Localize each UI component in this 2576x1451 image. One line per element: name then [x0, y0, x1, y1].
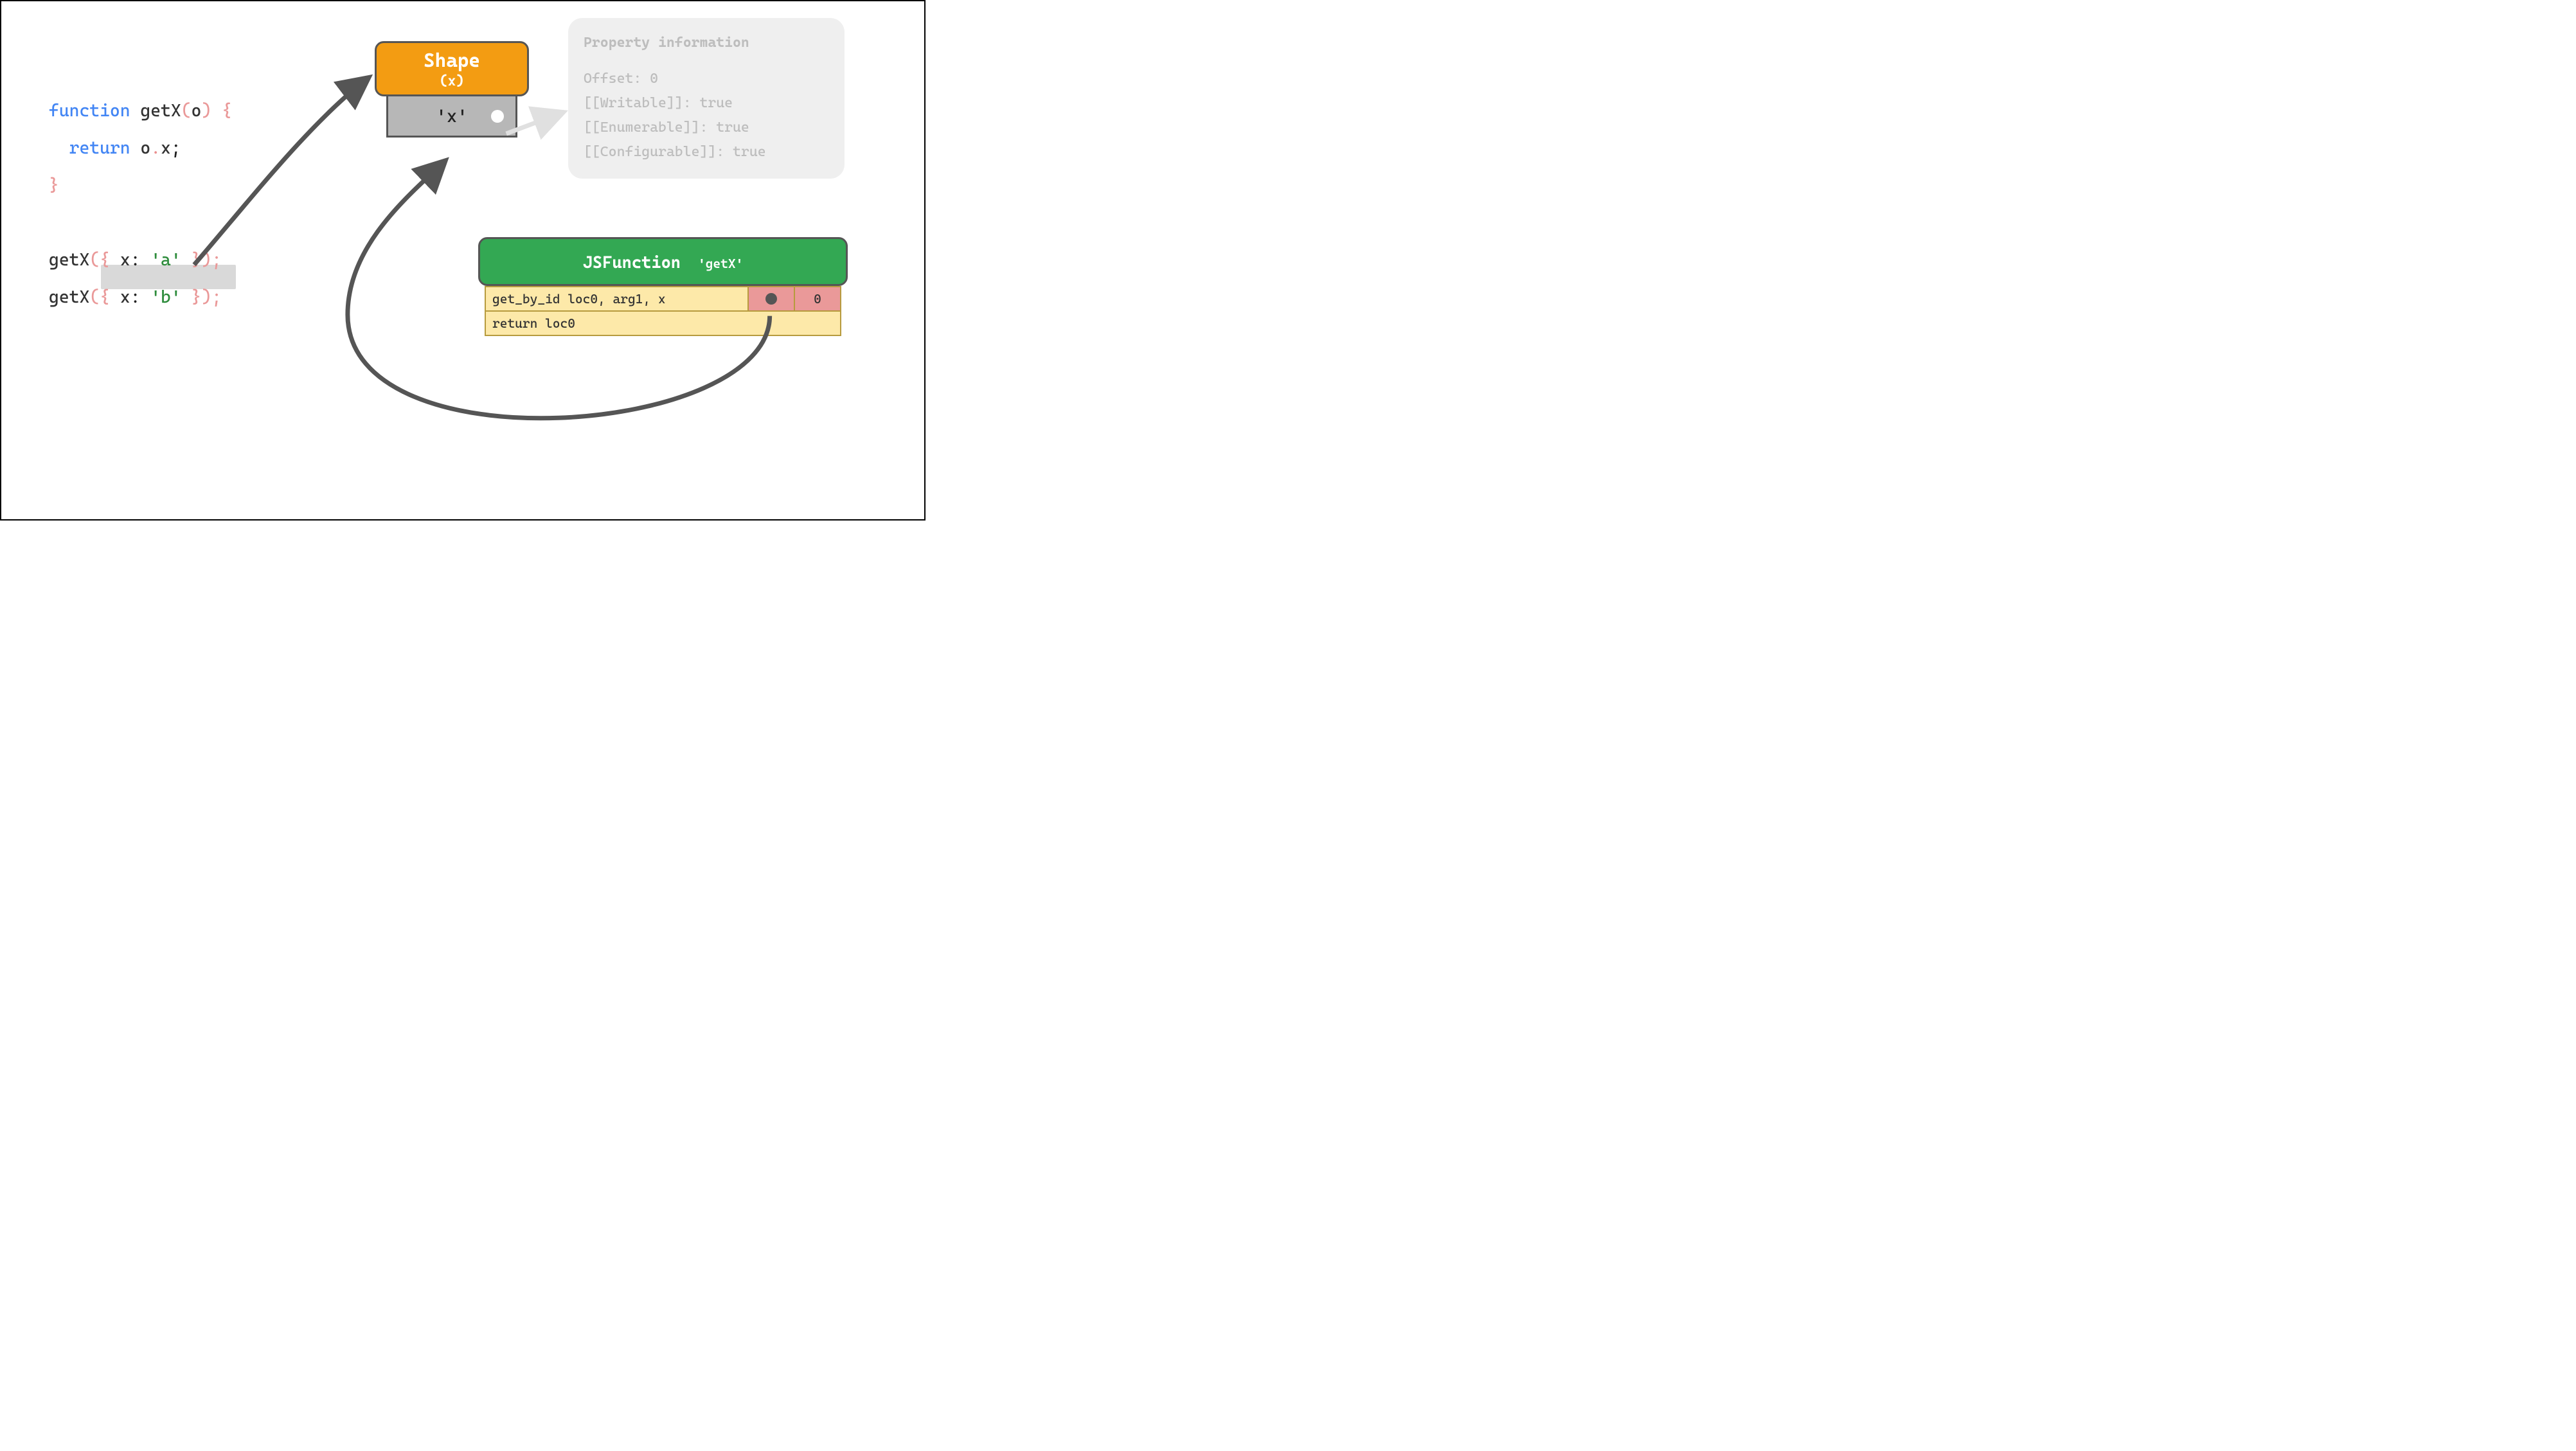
call2-close: }); — [181, 287, 222, 307]
shape-row-x: 'x' — [386, 96, 517, 138]
bytecode-row-1-text: return loc0 — [486, 312, 840, 335]
code-line-call2: getX({ x: 'b' }); — [49, 287, 222, 307]
bytecode-row-0-text: get_by_id loc0, arg1, x — [486, 287, 747, 310]
call1-val: 'a' — [150, 250, 181, 270]
paren-close: ) — [201, 101, 211, 121]
semicolon: ; — [171, 138, 181, 158]
bytecode-row-1: return loc0 — [486, 310, 840, 335]
property-info-panel: Property information Offset: 0 [[Writabl… — [568, 18, 845, 179]
jsfunction-box: JSFunction 'getX' get_by_id loc0, arg1, … — [478, 237, 848, 336]
call1-fn: getX — [49, 250, 89, 270]
shape-row-pointer-dot — [491, 110, 504, 123]
code-line-call1: getX({ x: 'a' }); — [49, 250, 222, 270]
call2-val: 'b' — [150, 287, 181, 307]
ident-o: o — [140, 138, 150, 158]
jsfunction-title: JSFunction — [583, 253, 681, 272]
call2-key: x — [120, 287, 130, 307]
ident-x: x — [161, 138, 171, 158]
shape-row-label: 'x' — [436, 105, 467, 127]
cache-shape-slot — [747, 287, 794, 310]
param-o: o — [192, 101, 202, 121]
jsfunction-header: JSFunction 'getX' — [478, 237, 848, 286]
brace-open: { — [211, 101, 232, 121]
code-line-1: function getX(o) { — [49, 101, 232, 121]
property-info-line-3: [[Configurable]]: true — [584, 140, 829, 165]
code-line-2: return o.x; — [49, 138, 181, 158]
property-info-title: Property information — [584, 31, 829, 55]
call2-open: ({ — [89, 287, 120, 307]
call1-open: ({ — [89, 250, 120, 270]
call1-close: }); — [181, 250, 222, 270]
keyword-function: function — [49, 101, 130, 121]
shape-title: Shape — [377, 49, 527, 72]
code-line-3: } — [49, 175, 59, 195]
dot: . — [150, 138, 161, 158]
call1-key: x — [120, 250, 130, 270]
property-info-line-0: Offset: 0 — [584, 67, 829, 91]
function-name: getX — [140, 101, 181, 121]
bytecode-row-0: get_by_id loc0, arg1, x 0 — [486, 287, 840, 310]
code-block: function getX(o) { return o.x; } getX({ … — [49, 55, 232, 353]
call2-fn: getX — [49, 287, 89, 307]
brace-close: } — [49, 175, 59, 195]
code-line-blank — [49, 213, 59, 233]
jsfunction-body: get_by_id loc0, arg1, x 0 return loc0 — [485, 286, 841, 336]
keyword-return: return — [69, 138, 130, 158]
cache-offset-slot: 0 — [794, 287, 840, 310]
jsfunction-name: 'getX' — [690, 256, 743, 271]
shape-header: Shape (x) — [375, 41, 529, 96]
shape-box: Shape (x) 'x' — [375, 41, 529, 138]
call2-colon: : — [130, 287, 141, 307]
property-info-line-2: [[Enumerable]]: true — [584, 116, 829, 140]
call1-colon: : — [130, 250, 141, 270]
paren-open: ( — [181, 101, 192, 121]
diagram-frame: function getX(o) { return o.x; } getX({ … — [0, 0, 926, 521]
property-info-line-1: [[Writable]]: true — [584, 91, 829, 116]
shape-subtitle: (x) — [377, 73, 527, 89]
cache-shape-dot — [765, 293, 777, 305]
